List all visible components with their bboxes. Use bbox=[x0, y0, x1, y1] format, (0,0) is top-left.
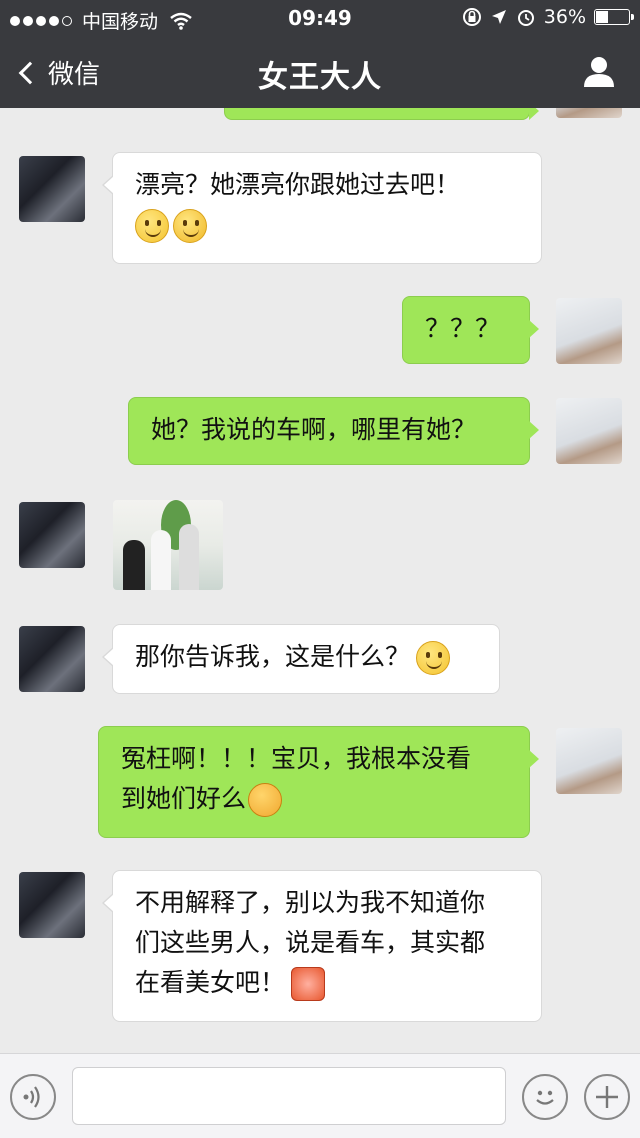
rotation-lock-icon bbox=[462, 8, 481, 26]
angry-emoji-icon bbox=[291, 967, 326, 1001]
voice-icon bbox=[23, 1086, 40, 1108]
top-bar: 中国移动 09:49 36% 微信 女王大人 bbox=[0, 0, 640, 108]
emoji-button[interactable] bbox=[522, 1074, 568, 1120]
chat-title: 女王大人 bbox=[258, 60, 382, 95]
message-text-line: 不用解释了，别以为我不知道你 bbox=[135, 888, 486, 917]
voice-button[interactable] bbox=[10, 1074, 56, 1120]
battery-icon bbox=[594, 9, 634, 25]
avatar-her[interactable] bbox=[19, 626, 85, 692]
smile-emoji-icon bbox=[135, 209, 169, 243]
avatar-her[interactable] bbox=[19, 156, 85, 222]
smile-emoji-icon bbox=[416, 641, 451, 675]
avatar-me[interactable] bbox=[556, 108, 622, 118]
alarm-icon bbox=[517, 10, 534, 26]
avatar-me[interactable] bbox=[556, 398, 622, 464]
input-bar bbox=[0, 1053, 640, 1138]
message-text: 她？我说的车啊，哪里有她？ bbox=[151, 415, 477, 444]
chat-area[interactable]: 漂亮？她漂亮你跟她过去吧！ ？？？ 她？我说的车啊，哪里有她？ 那你告诉我，这是… bbox=[0, 108, 640, 1053]
avatar-her[interactable] bbox=[19, 872, 85, 938]
message-text: 那你告诉我，这是什么？ bbox=[135, 642, 411, 671]
status-bar: 中国移动 09:49 36% bbox=[0, 0, 640, 36]
more-button[interactable] bbox=[584, 1074, 630, 1120]
avatar-me[interactable] bbox=[556, 298, 622, 364]
message-text-line: 到她们好么 bbox=[121, 784, 247, 813]
nav-bar: 微信 女王大人 bbox=[0, 36, 640, 108]
avatar-me[interactable] bbox=[556, 728, 622, 794]
message-input[interactable] bbox=[72, 1067, 506, 1125]
message-bubble[interactable]: 她？我说的车啊，哪里有她？ bbox=[128, 397, 539, 465]
location-arrow-icon bbox=[491, 10, 506, 24]
smiley-icon bbox=[536, 1090, 554, 1105]
message-bubble[interactable]: 漂亮？她漂亮你跟她过去吧！ bbox=[102, 152, 542, 264]
message-text-line: 冤枉啊！！！宝贝，我根本没看 bbox=[121, 744, 472, 773]
battery-percent: 36% bbox=[543, 6, 586, 28]
partial-message-bubble[interactable] bbox=[224, 108, 539, 120]
plus-icon bbox=[596, 1086, 618, 1108]
message-image[interactable] bbox=[113, 500, 223, 590]
message-bubble[interactable]: 冤枉啊！！！宝贝，我根本没看 到她们好么 bbox=[98, 726, 539, 838]
message-text-line: 在看美女吧！ bbox=[135, 968, 286, 997]
thinking-emoji-icon bbox=[173, 209, 207, 243]
message-bubble[interactable]: ？？？ bbox=[402, 296, 539, 364]
message-bubble[interactable]: 不用解释了，别以为我不知道你 们这些男人，说是看车，其实都 在看美女吧！ bbox=[102, 870, 542, 1022]
message-text: 漂亮？她漂亮你跟她过去吧！ bbox=[135, 170, 461, 199]
crying-emoji-icon bbox=[248, 783, 283, 817]
avatar-her[interactable] bbox=[19, 502, 85, 568]
message-text-line: 们这些男人，说是看车，其实都 bbox=[135, 928, 486, 957]
message-bubble[interactable]: 那你告诉我，这是什么？ bbox=[102, 624, 500, 694]
message-text: ？？？ bbox=[425, 314, 501, 343]
status-right: 36% bbox=[462, 6, 634, 28]
profile-icon[interactable] bbox=[582, 54, 616, 88]
